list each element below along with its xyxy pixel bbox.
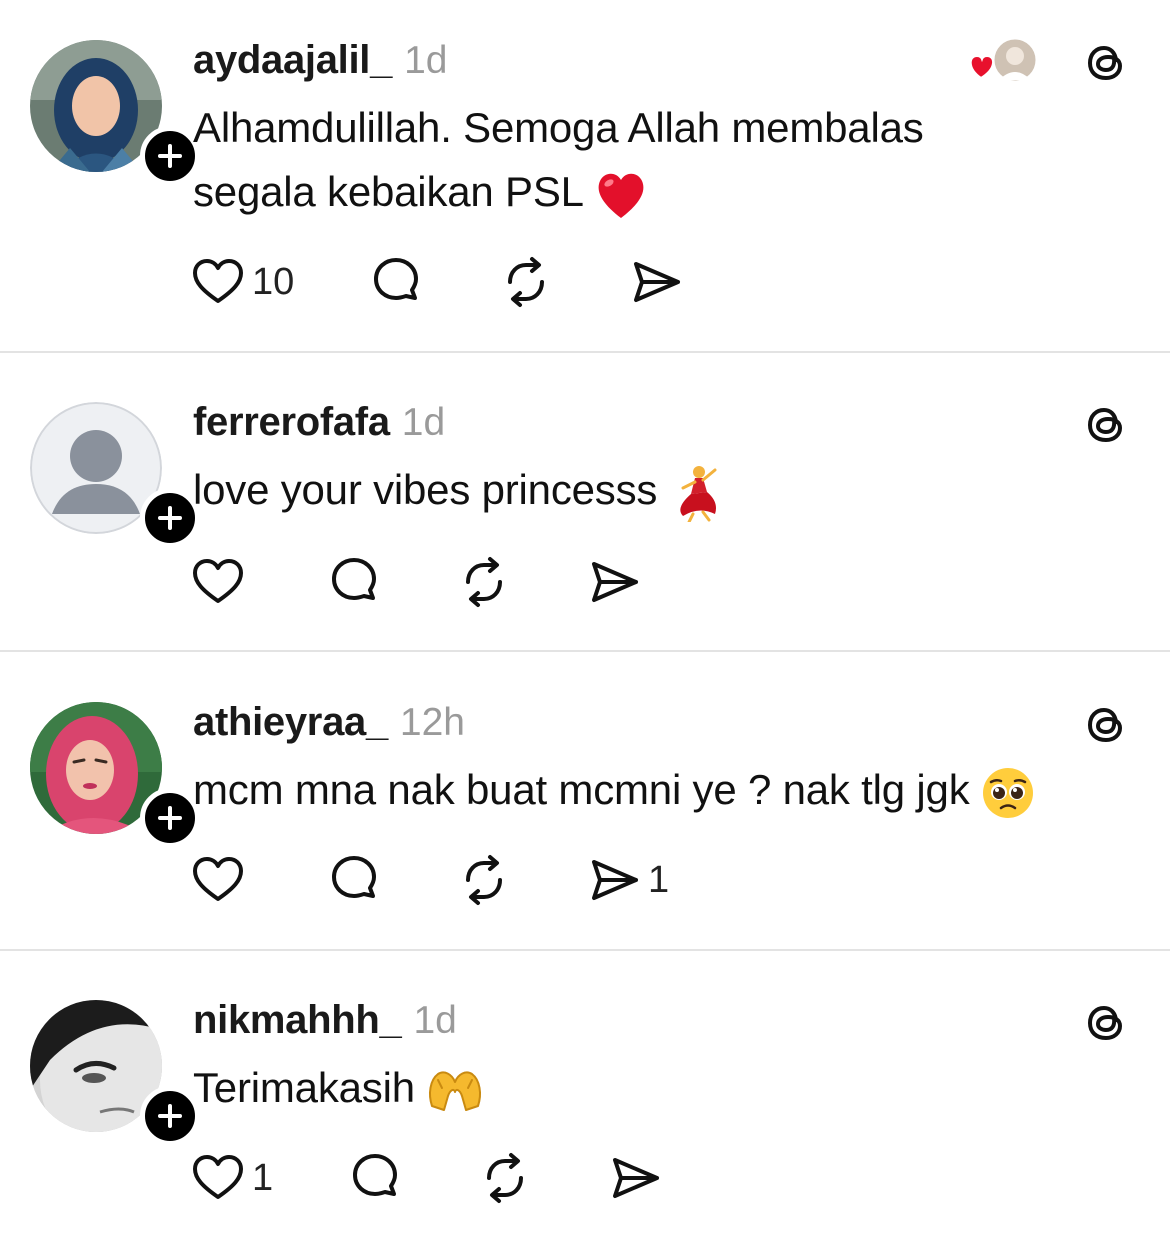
- threads-logo-icon[interactable]: [1082, 998, 1130, 1046]
- reply-text-line: Alhamdulillah. Semoga Allah membalas: [193, 104, 924, 151]
- heart-icon: [193, 1155, 243, 1199]
- plus-icon: [158, 1104, 182, 1128]
- divider: [0, 650, 1170, 652]
- action-bar: 1: [190, 852, 743, 908]
- like-button[interactable]: [190, 554, 252, 610]
- repost-arrows-icon: [508, 257, 545, 307]
- reply-post: aydaajalil_ 1d Alhamdulillah. Semoga All…: [0, 0, 1170, 350]
- comment-bubble-icon: [332, 856, 376, 898]
- send-icon: [592, 860, 638, 900]
- share-button[interactable]: [628, 254, 684, 310]
- action-bar: 10: [190, 254, 758, 310]
- heart-icon: [193, 857, 243, 901]
- reply-text-line: Terimakasih: [193, 1064, 415, 1111]
- action-bar: [190, 554, 716, 610]
- username[interactable]: nikmahhh_: [193, 998, 402, 1043]
- red-heart-emoji: [598, 173, 644, 218]
- follow-button[interactable]: [140, 126, 200, 186]
- avatar-container[interactable]: [30, 1000, 200, 1146]
- reply-button[interactable]: [326, 554, 382, 610]
- reply-button[interactable]: [326, 852, 382, 908]
- reply-button[interactable]: [347, 1150, 403, 1206]
- heart-icon: [193, 559, 243, 603]
- like-button[interactable]: 10: [190, 254, 294, 310]
- reply-text-line: segala kebaikan PSL: [193, 168, 583, 215]
- comment-bubble-icon: [353, 1154, 398, 1196]
- username[interactable]: athieyraa_: [193, 700, 388, 745]
- like-count: 10: [252, 260, 295, 303]
- reply-text: love your vibes princesss: [193, 458, 725, 522]
- plus-icon: [158, 506, 182, 530]
- share-button[interactable]: [586, 554, 642, 610]
- like-button[interactable]: 1: [190, 1150, 273, 1206]
- reply-text: mcm mna nak buat mcmni ye ? nak tlg jgk: [193, 758, 1035, 822]
- timestamp: 1d: [413, 999, 457, 1042]
- timestamp: 1d: [401, 401, 446, 444]
- reply-button[interactable]: [368, 254, 424, 310]
- like-count: 1: [252, 1156, 274, 1199]
- threads-logo-icon[interactable]: [1082, 700, 1130, 748]
- reply-text-line: mcm mna nak buat mcmni ye ? nak tlg jgk: [193, 766, 970, 813]
- like-button[interactable]: [190, 852, 252, 908]
- send-icon: [634, 262, 681, 302]
- reply-text: Terimakasih: [193, 1056, 484, 1120]
- threads-logo-icon[interactable]: [1082, 38, 1130, 86]
- timestamp: 1d: [404, 39, 448, 82]
- comment-bubble-icon: [374, 258, 419, 300]
- threads-logo-icon[interactable]: [1082, 400, 1130, 448]
- send-icon: [613, 1158, 660, 1198]
- repost-button[interactable]: [498, 254, 554, 310]
- repost-button[interactable]: [456, 852, 512, 908]
- username[interactable]: aydaajalil_: [193, 38, 392, 83]
- heart-icon: [193, 259, 243, 303]
- follow-button[interactable]: [140, 488, 200, 548]
- avatar-container[interactable]: [30, 40, 200, 186]
- pleading-face-emoji: [983, 767, 1033, 818]
- liked-by-author-badge: [969, 36, 1039, 84]
- username[interactable]: ferrerofafa: [193, 400, 390, 445]
- reply-post: ferrerofafa 1d love your vibes princesss: [0, 362, 1170, 650]
- username-row: aydaajalil_ 1d: [193, 38, 447, 83]
- reply-text-line-with-emoji: segala kebaikan PSL: [193, 160, 924, 224]
- share-button[interactable]: 1: [586, 852, 669, 908]
- username-row: nikmahhh_ 1d: [193, 998, 457, 1043]
- plus-icon: [158, 144, 182, 168]
- timestamp: 12h: [399, 701, 465, 744]
- avatar-container[interactable]: [30, 402, 200, 548]
- repost-arrows-icon: [466, 855, 502, 905]
- avatar-container[interactable]: [30, 702, 200, 848]
- share-button[interactable]: [607, 1150, 663, 1206]
- send-icon: [592, 562, 638, 602]
- username-row: ferrerofafa 1d: [193, 400, 445, 445]
- action-bar: 1: [190, 1150, 737, 1206]
- repost-button[interactable]: [456, 554, 512, 610]
- dancer-emoji: [680, 465, 717, 522]
- reply-post: nikmahhh_ 1d Terimakasih 1: [0, 960, 1170, 1240]
- follow-button[interactable]: [140, 788, 200, 848]
- reply-text: Alhamdulillah. Semoga Allah membalas seg…: [193, 96, 924, 224]
- username-row: athieyraa_ 12h: [193, 700, 465, 745]
- follow-button[interactable]: [140, 1086, 200, 1146]
- repost-arrows-icon: [466, 557, 502, 607]
- repost-arrows-icon: [487, 1153, 524, 1203]
- comment-bubble-icon: [332, 558, 376, 600]
- reply-post: athieyraa_ 12h mcm mna nak buat mcmni ye…: [0, 662, 1170, 950]
- divider: [0, 949, 1170, 951]
- share-count: 1: [648, 858, 670, 901]
- plus-icon: [158, 806, 182, 830]
- replies-feed: aydaajalil_ 1d Alhamdulillah. Semoga All…: [0, 0, 1170, 1240]
- heart-hands-emoji: [429, 1071, 482, 1111]
- divider: [0, 351, 1170, 353]
- repost-button[interactable]: [477, 1150, 533, 1206]
- reply-text-line: love your vibes princesss: [193, 466, 658, 513]
